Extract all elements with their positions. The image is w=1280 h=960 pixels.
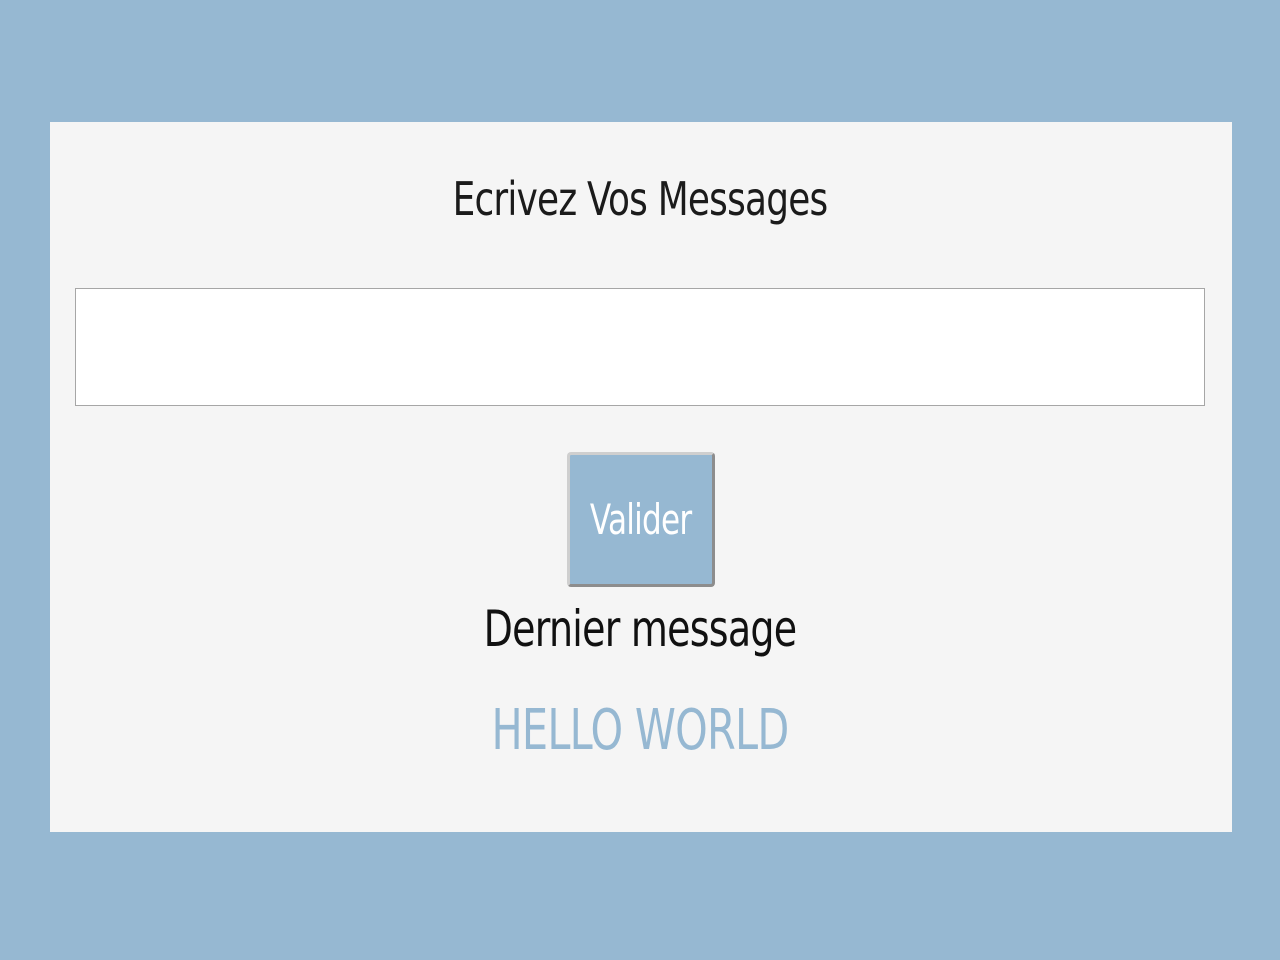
page-title: Ecrivez Vos Messages [452, 172, 829, 226]
submit-button[interactable]: Valider [567, 452, 715, 587]
last-message-label: Dernier message [483, 600, 797, 658]
message-input[interactable] [75, 288, 1205, 406]
submit-button-label: Valider [590, 495, 692, 544]
last-message-value: HELLO WORLD [491, 698, 789, 763]
